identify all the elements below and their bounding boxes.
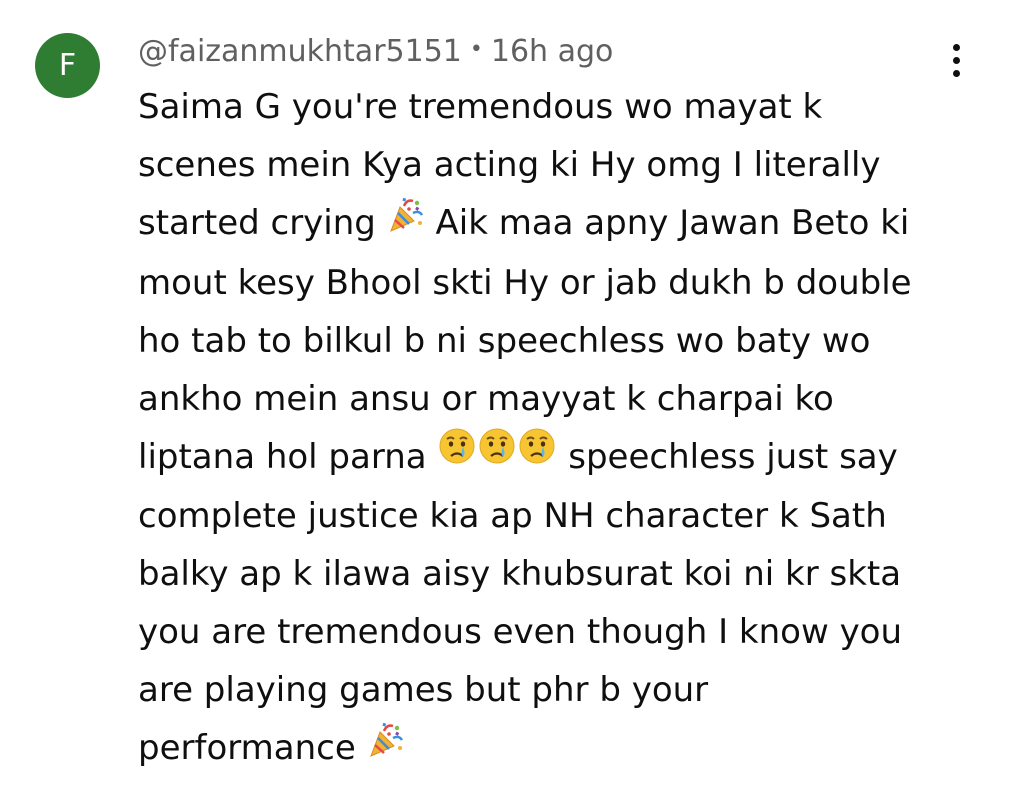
comment-line: you are tremendous even though I know yo… [138,603,1008,661]
avatar[interactable]: F [35,33,100,98]
party-popper-icon [367,718,405,776]
timestamp: 16h ago [490,34,614,69]
comment-text: complete justice kia ap NH character k S… [138,496,887,536]
comment-body: Saima G you're tremendous wo mayat k scen… [138,78,1008,779]
comment-text: scenes mein Kya acting ki Hy omg I liter… [138,145,881,185]
comment-text: ho tab to bilkul b ni speechless wo baty… [138,320,871,361]
comment-text: started crying [138,203,387,243]
crying-face-icon [437,426,477,484]
comment-text: speechless just say [557,436,898,477]
comment-card: F @faizanmukhtar5151 • 16h ago Saima G you… [0,0,1024,789]
comment-text: are playing games but phr b your [138,670,709,710]
comment-header: @faizanmukhtar5151 • 16h ago [138,30,613,75]
comment-line: complete justice kia ap NH character k S… [138,487,1008,545]
comment-text: balky ap k ilawa aisy khubsurat koi ni k… [138,554,902,594]
comment-text: performance [138,728,367,768]
comment-line: ho tab to bilkul b ni speechless wo baty… [138,312,1008,370]
comment-line: performance [138,719,1008,779]
party-popper-icon [387,193,425,251]
comment-line: scenes mein Kya acting ki Hy omg I liter… [138,136,1008,194]
separator-dot: • [469,36,483,62]
comment-line: balky ap k ilawa aisy khubsurat koi ni k… [138,545,1008,603]
comment-line: Saima G you're tremendous wo mayat k [138,78,1008,136]
comment-text: mout kesy Bhool skti Hy or jab dukh b do… [138,262,912,303]
comment-text: Aik maa apny Jawan Beto ki [424,203,910,243]
crying-face-icon [477,426,517,484]
comment-line: mout kesy Bhool skti Hy or jab dukh b do… [138,254,1008,312]
comment-text: Saima G you're tremendous wo mayat k [138,87,823,127]
comment-line: liptana hol parna speechless just say [138,428,1008,488]
more-vert-icon[interactable] [940,42,974,82]
comment-text: you are tremendous even though I know yo… [138,612,903,652]
crying-face-icon [517,426,557,484]
author-handle[interactable]: @faizanmukhtar5151 [138,34,462,69]
comment-line: are playing games but phr b your [138,661,1008,719]
comment-text: ankho mein ansu or mayyat k charpai ko [138,378,834,419]
comment-text: liptana hol parna [138,436,438,477]
comment-line: started crying Aik maa apny Jawan Beto k… [138,194,1008,254]
comment-line: ankho mein ansu or mayyat k charpai ko [138,370,1008,428]
